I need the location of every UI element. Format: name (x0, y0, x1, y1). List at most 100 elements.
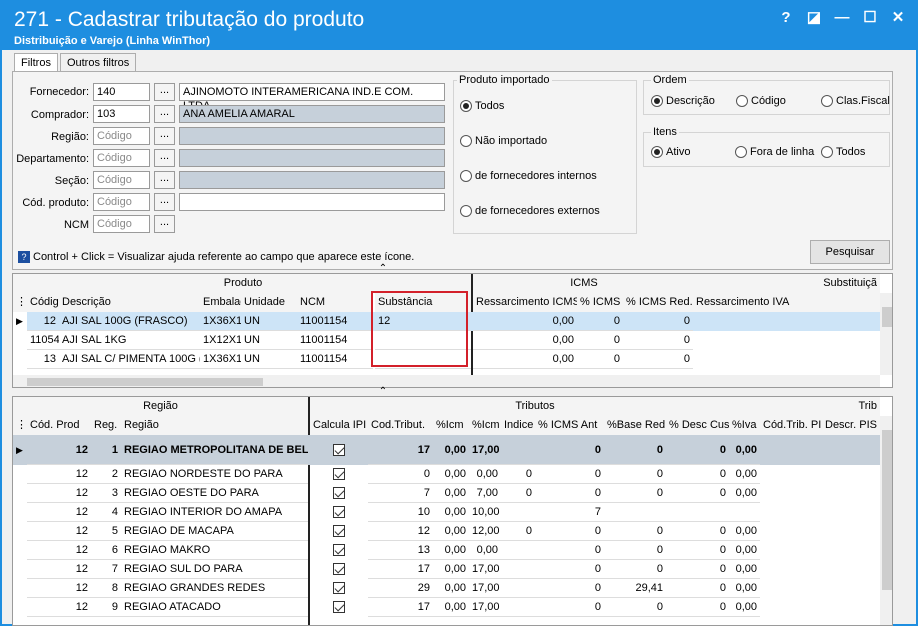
col-codigo[interactable]: Código (27, 293, 59, 312)
cell-codigo[interactable]: 11054 (27, 331, 59, 350)
region-grid-vscroll[interactable] (880, 416, 892, 625)
region-cell[interactable]: 0,00 (729, 522, 760, 541)
region-cell[interactable]: 4 (91, 503, 121, 522)
tab-outros-filtros[interactable]: Outros filtros (59, 53, 137, 73)
secao-lookup-button[interactable]: ... (154, 171, 175, 189)
region-cell[interactable]: REGIAO INTERIOR DO AMAPA (121, 503, 308, 522)
cell-ressarcimento-icms[interactable]: 0,00 (473, 350, 577, 369)
calcula-ipi-checkbox[interactable] (310, 598, 368, 617)
radio-ordem-codigo[interactable]: Código (736, 95, 786, 107)
region-cell[interactable]: 7 (91, 560, 121, 579)
region-cell[interactable]: REGIAO MAKRO (121, 541, 308, 560)
region-cell[interactable]: 0 (368, 465, 433, 484)
restore-layout-icon[interactable]: ◪ (804, 8, 824, 28)
comprador-code-input[interactable]: 103 (93, 105, 150, 123)
close-icon[interactable]: ✕ (888, 8, 908, 28)
region-cell[interactable]: 0 (535, 579, 604, 598)
calcula-ipi-checkbox[interactable] (310, 579, 368, 598)
grid-menu-icon[interactable]: ⋮ (13, 416, 27, 435)
radio-ordem-descricao[interactable]: Descrição (651, 95, 715, 107)
region-cell[interactable]: 12 (27, 522, 91, 541)
region-cell[interactable]: REGIAO GRANDES REDES (121, 579, 308, 598)
region-cell[interactable] (501, 598, 535, 617)
region-cell[interactable]: 0 (666, 484, 729, 503)
region-cell[interactable]: 12 (27, 598, 91, 617)
regiao-lookup-button[interactable]: ... (154, 127, 175, 145)
region-cell[interactable]: 0,00 (433, 560, 469, 579)
region-cell[interactable]: 0,00 (433, 541, 469, 560)
col-3[interactable]: Calcula IPI (310, 416, 368, 435)
col-13[interactable]: Descr. PIS (822, 416, 880, 435)
region-cell[interactable]: 29 (368, 579, 433, 598)
region-cell[interactable]: 8 (91, 579, 121, 598)
region-cell[interactable]: 0 (666, 598, 729, 617)
region-cell[interactable]: 17,00 (469, 579, 501, 598)
region-cell[interactable]: 17,00 (469, 560, 501, 579)
region-cell[interactable]: 12,00 (469, 522, 501, 541)
cell-unidade[interactable]: UN (241, 312, 297, 331)
region-cell[interactable]: 0 (666, 560, 729, 579)
calcula-ipi-checkbox[interactable] (310, 465, 368, 484)
region-cell[interactable]: 0,00 (433, 522, 469, 541)
radio-itens-fora-de-linha[interactable]: Fora de linha (735, 146, 814, 158)
comprador-lookup-button[interactable]: ... (154, 105, 175, 123)
region-cell[interactable]: REGIAO ATACADO (121, 598, 308, 617)
radio-fornecedores-internos[interactable]: de fornecedores internos (460, 170, 597, 182)
col-9[interactable]: %Base Red. (604, 416, 666, 435)
region-cell[interactable] (501, 560, 535, 579)
col-ressarcimento-icms[interactable]: Ressarcimento ICMS (473, 293, 577, 312)
help-icon[interactable]: ? (776, 8, 796, 28)
region-cell[interactable] (729, 503, 760, 522)
region-cell[interactable]: 0 (666, 522, 729, 541)
secao-code-input[interactable]: Código (93, 171, 150, 189)
region-cell[interactable]: 12 (27, 541, 91, 560)
region-cell[interactable]: REGIAO NORDESTE DO PARA (121, 465, 308, 484)
region-cell[interactable]: 0 (501, 465, 535, 484)
col-0[interactable]: Cód. Prod (27, 416, 91, 435)
region-cell[interactable]: 0 (666, 541, 729, 560)
region-cell[interactable]: 0 (666, 579, 729, 598)
region-cell[interactable]: 9 (91, 598, 121, 617)
region-cell[interactable]: REGIAO OESTE DO PARA (121, 484, 308, 503)
col-12[interactable]: Cód.Trib. PI (760, 416, 822, 435)
region-cell[interactable]: 0,00 (433, 465, 469, 484)
radio-itens-todos[interactable]: Todos (821, 146, 865, 158)
splitter-handle-middle[interactable]: ⌃ (322, 386, 444, 397)
region-cell[interactable]: 0 (535, 465, 604, 484)
cell-codigo[interactable]: 13 (27, 350, 59, 369)
region-cell[interactable]: 2 (91, 465, 121, 484)
fornecedor-code-input[interactable]: 140 (93, 83, 150, 101)
ncm-input[interactable]: Código (93, 215, 150, 233)
cell-unidade[interactable]: UN (241, 350, 297, 369)
region-cell[interactable]: REGIAO DE MACAPA (121, 522, 308, 541)
region-cell[interactable]: 0,00 (729, 541, 760, 560)
region-cell[interactable]: 0 (604, 560, 666, 579)
region-cell[interactable]: 0 (535, 435, 604, 465)
col-6[interactable]: %Icm (469, 416, 501, 435)
region-cell[interactable]: REGIAO METROPOLITANA DE BELEM (121, 435, 308, 465)
region-cell[interactable]: 0 (666, 465, 729, 484)
col-10[interactable]: % Desc Cus (666, 416, 729, 435)
calcula-ipi-checkbox[interactable] (310, 522, 368, 541)
region-cell[interactable] (501, 435, 535, 465)
region-cell[interactable]: 29,41 (604, 579, 666, 598)
region-cell[interactable]: 7,00 (469, 484, 501, 503)
cell-ncm[interactable]: 11001154 (297, 331, 373, 350)
cell-embalagem[interactable]: 1X36X10 (200, 350, 241, 369)
radio-fornecedores-externos[interactable]: de fornecedores externos (460, 205, 600, 217)
col-ressarcimento-iva[interactable]: Ressarcimento IVA (693, 293, 880, 312)
region-cell[interactable]: 12 (27, 465, 91, 484)
region-cell[interactable]: 0,00 (433, 579, 469, 598)
col-8[interactable]: % ICMS Ant (535, 416, 604, 435)
col-4[interactable]: Cod.Tribut. (368, 416, 433, 435)
region-cell[interactable]: 17 (368, 560, 433, 579)
cell-ressarcimento-icms[interactable]: 0,00 (473, 331, 577, 350)
radio-todos[interactable]: Todos (460, 100, 504, 112)
region-cell[interactable] (666, 503, 729, 522)
radio-ordem-clas-fiscal[interactable]: Clas.Fiscal (821, 95, 890, 107)
region-cell[interactable]: 12 (27, 435, 91, 465)
col-descricao[interactable]: Descrição (59, 293, 200, 312)
calcula-ipi-checkbox[interactable] (310, 484, 368, 503)
departamento-lookup-button[interactable]: ... (154, 149, 175, 167)
product-grid-hscroll[interactable] (13, 375, 880, 387)
